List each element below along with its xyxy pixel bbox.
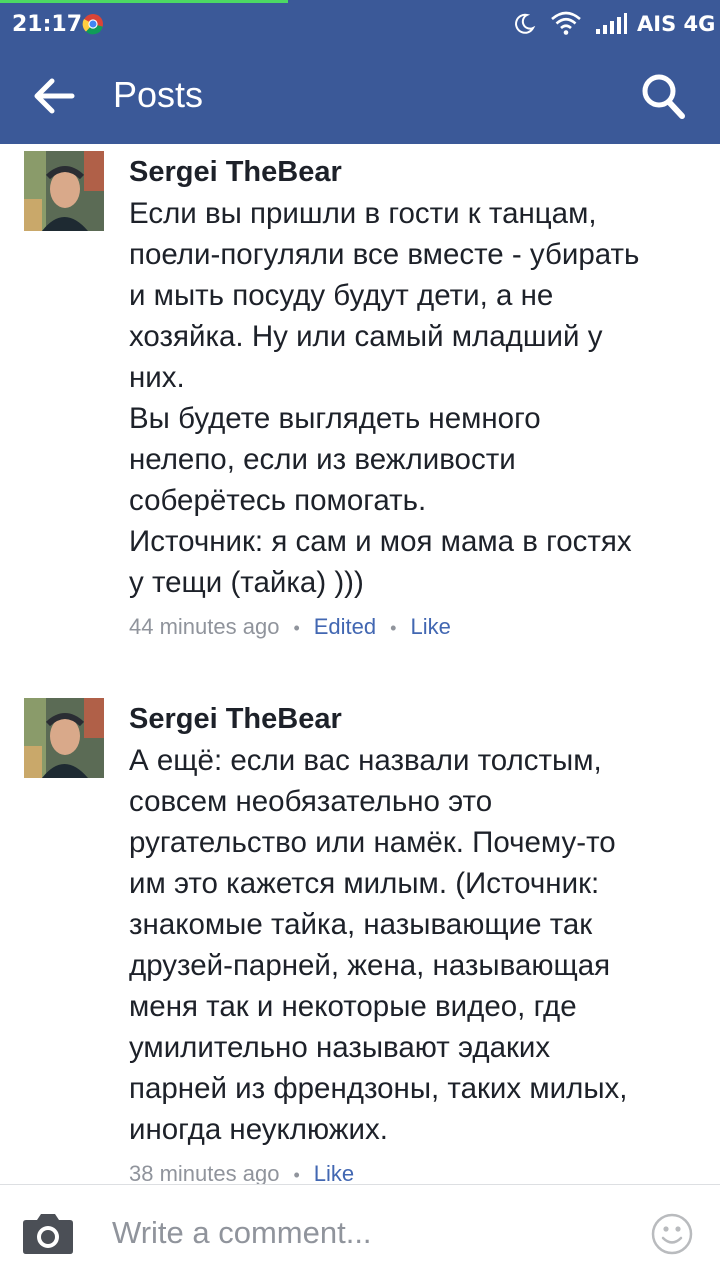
comment-line: хозяйка. Ну или самый младший у — [129, 320, 603, 353]
comments-list: Sergei TheBear Если вы пришли в гости к … — [0, 144, 720, 1184]
comment-line: меня так и некоторые видео, где — [129, 990, 577, 1023]
comment-line: умилительно называют эдаких — [129, 1031, 551, 1064]
comment-line: ругательство или намёк. Почему-то — [129, 826, 616, 859]
comment-line: Вы будете выглядеть немного — [129, 402, 541, 435]
comment-line: у тещи (тайка) ))) — [129, 566, 364, 599]
comment-line: Если вы пришли в гости к танцам, — [129, 197, 597, 230]
separator-dot: • — [293, 618, 300, 638]
comment-line: Источник: я сам и моя мама в гостях — [129, 525, 632, 558]
comment-author[interactable]: Sergei TheBear — [129, 156, 342, 189]
edited-link[interactable]: Edited — [314, 614, 376, 639]
comment-composer — [0, 1184, 720, 1281]
wifi-icon — [551, 11, 581, 35]
comment-text: А ещё: если вас назвали толстым, совсем … — [129, 740, 704, 1150]
comment-meta: 38 minutes ago • Like — [129, 1161, 354, 1184]
comment-line: и мыть посуду будут дети, а не — [129, 279, 554, 312]
camera-icon[interactable] — [22, 1211, 74, 1255]
signal-icon — [596, 13, 627, 34]
comment-line: парней из френдзоны, таких милых, — [129, 1072, 628, 1105]
carrier-label: AIS 4G — [637, 12, 716, 36]
comment-line: соберётесь помогать. — [129, 484, 427, 517]
avatar[interactable] — [24, 151, 104, 231]
comment-author[interactable]: Sergei TheBear — [129, 703, 342, 736]
separator-dot: • — [293, 1165, 300, 1184]
comment-line: совсем необязательно это — [129, 785, 493, 818]
comment-line: А ещё: если вас назвали толстым, — [129, 744, 602, 777]
app-bar: Posts — [0, 48, 720, 144]
comment-line: поели-погуляли все вместе - убирать — [129, 238, 640, 271]
comment-line: нелепо, если из вежливости — [129, 443, 516, 476]
comment-input[interactable] — [112, 1213, 612, 1253]
comment-meta: 44 minutes ago • Edited • Like — [129, 614, 451, 640]
separator-dot: • — [390, 618, 397, 638]
comment-line: им это кажется милым. (Источник: — [129, 867, 600, 900]
back-arrow-icon[interactable] — [28, 72, 78, 120]
comment-text: Если вы пришли в гости к танцам, поели-п… — [129, 193, 704, 603]
like-button[interactable]: Like — [314, 1161, 354, 1184]
moon-icon — [515, 13, 536, 34]
chrome-icon — [82, 14, 103, 35]
comment-timestamp: 38 minutes ago — [129, 1161, 280, 1184]
like-button[interactable]: Like — [410, 614, 450, 639]
page-load-progress — [0, 0, 288, 3]
comment-timestamp: 44 minutes ago — [129, 614, 280, 639]
page-title: Posts — [113, 74, 204, 115]
status-time: 21:17 — [12, 12, 83, 37]
comment-line: них. — [129, 361, 185, 394]
comment-line: иногда неуклюжих. — [129, 1113, 388, 1146]
comment-line: знакомые тайка, называющие так — [129, 908, 593, 941]
emoji-icon[interactable] — [651, 1213, 693, 1255]
status-bar: 21:17 AIS 4G — [0, 0, 720, 48]
search-icon[interactable] — [638, 70, 688, 122]
comment-line: друзей-парней, жена, называющая — [129, 949, 611, 982]
avatar[interactable] — [24, 698, 104, 778]
